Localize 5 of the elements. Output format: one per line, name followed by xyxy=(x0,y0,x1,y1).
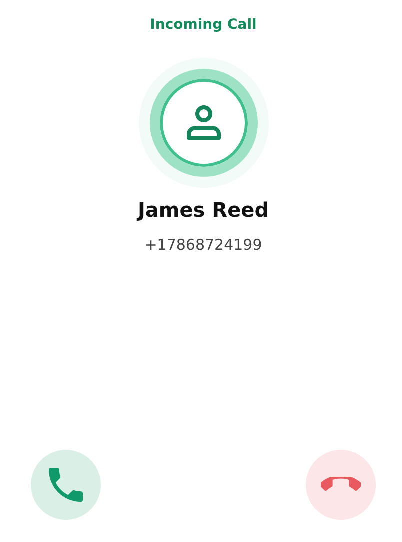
caller-name: James Reed xyxy=(138,198,270,222)
hang-up-icon xyxy=(321,477,361,493)
phone-number: +17868724199 xyxy=(144,236,262,254)
phone-icon xyxy=(49,468,83,502)
screen-title: Incoming Call xyxy=(150,16,257,34)
